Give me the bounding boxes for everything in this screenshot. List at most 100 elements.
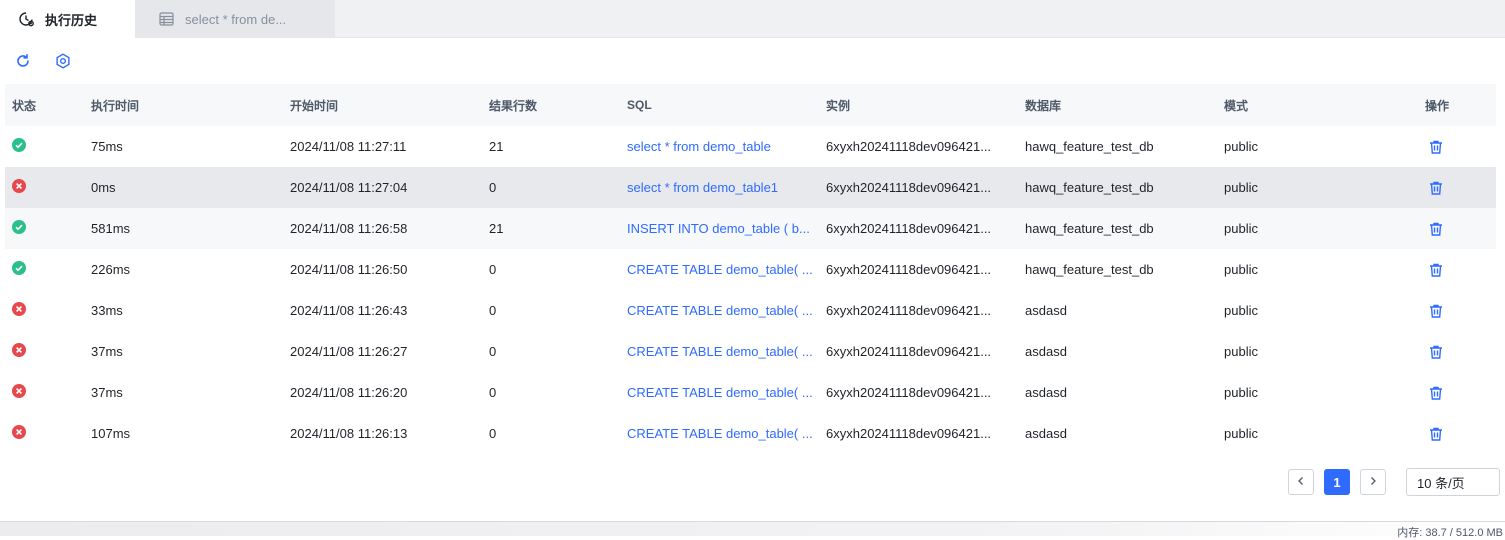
duration-cell: 37ms — [91, 385, 123, 400]
toolbar — [12, 52, 74, 74]
duration-cell: 33ms — [91, 303, 123, 318]
rows-cell: 0 — [489, 344, 497, 359]
settings-button[interactable] — [52, 52, 74, 74]
rows-cell: 21 — [489, 221, 504, 236]
col-header-start-time: 开始时间 — [290, 98, 339, 113]
col-header-duration: 执行时间 — [91, 98, 140, 113]
actions-cell — [1425, 382, 1465, 404]
table-row[interactable]: 33ms 2024/11/08 11:26:43 0 CREATE TABLE dem… — [5, 290, 1496, 331]
duration-cell: 107ms — [91, 426, 131, 441]
tab-execution-history[interactable]: 执行历史 — [0, 0, 135, 38]
error-x-icon — [12, 343, 26, 357]
sql-link[interactable]: INSERT INTO demo_table ( b... — [627, 221, 817, 236]
history-clock-icon — [17, 10, 35, 28]
page-number-button[interactable]: 1 — [1324, 469, 1350, 495]
trash-icon — [1428, 262, 1444, 278]
instance-cell: 6xyxh20241118dev096421... — [826, 221, 992, 236]
actions-cell — [1425, 177, 1465, 199]
instance-cell: 6xyxh20241118dev096421... — [826, 344, 992, 359]
sql-link[interactable]: CREATE TABLE demo_table( ... — [627, 262, 817, 277]
trash-icon — [1428, 385, 1444, 401]
rows-cell: 0 — [489, 180, 497, 195]
instance-cell: 6xyxh20241118dev096421... — [826, 139, 992, 154]
instance-cell: 6xyxh20241118dev096421... — [826, 426, 992, 441]
table-grid-icon — [157, 10, 175, 28]
table-header: 状态 执行时间 开始时间 结果行数 SQL 实例 数据库 模式 操作 — [5, 84, 1496, 126]
start-time-cell: 2024/11/08 11:26:13 — [290, 426, 408, 441]
delete-button[interactable] — [1425, 423, 1447, 445]
error-x-icon — [12, 384, 26, 398]
delete-button[interactable] — [1425, 341, 1447, 363]
refresh-icon — [15, 53, 31, 74]
table-body: 75ms 2024/11/08 11:27:11 21 select * from d… — [5, 126, 1496, 454]
table-row[interactable]: 107ms 2024/11/08 11:26:13 0 CREATE TABLE de… — [5, 413, 1496, 454]
start-time-cell: 2024/11/08 11:26:50 — [290, 262, 408, 277]
tab-sql-query[interactable]: select * from de... — [135, 0, 335, 38]
prev-page-button[interactable] — [1288, 469, 1314, 495]
table-row[interactable]: 37ms 2024/11/08 11:26:27 0 CREATE TABLE dem… — [5, 331, 1496, 372]
schema-cell: public — [1224, 262, 1258, 277]
chevron-left-icon — [1296, 473, 1306, 491]
delete-button[interactable] — [1425, 218, 1447, 240]
delete-button[interactable] — [1425, 136, 1447, 158]
rows-cell: 0 — [489, 426, 497, 441]
status-cell — [12, 425, 72, 442]
page-size-select[interactable]: 10 条/页 — [1406, 468, 1500, 496]
delete-button[interactable] — [1425, 382, 1447, 404]
rows-cell: 0 — [489, 262, 497, 277]
sql-link[interactable]: CREATE TABLE demo_table( ... — [627, 426, 817, 441]
start-time-cell: 2024/11/08 11:27:04 — [290, 180, 408, 195]
instance-cell: 6xyxh20241118dev096421... — [826, 385, 992, 400]
next-page-button[interactable] — [1360, 469, 1386, 495]
sql-link[interactable]: select * from demo_table1 — [627, 180, 817, 195]
actions-cell — [1425, 218, 1465, 240]
status-bar: 内存: 38.7 / 512.0 MB — [0, 521, 1505, 539]
duration-cell: 581ms — [91, 221, 131, 236]
memory-usage: 内存: 38.7 / 512.0 MB — [1397, 527, 1503, 539]
actions-cell — [1425, 300, 1465, 322]
schema-cell: public — [1224, 344, 1258, 359]
table-row[interactable]: 75ms 2024/11/08 11:27:11 21 select * from d… — [5, 126, 1496, 167]
actions-cell — [1425, 136, 1465, 158]
database-cell: asdasd — [1025, 303, 1067, 318]
trash-icon — [1428, 221, 1444, 237]
instance-cell: 6xyxh20241118dev096421... — [826, 262, 992, 277]
sql-link[interactable]: CREATE TABLE demo_table( ... — [627, 385, 817, 400]
error-x-icon — [12, 425, 26, 439]
pagination: 1 10 条/页 — [1288, 468, 1500, 496]
start-time-cell: 2024/11/08 11:26:58 — [290, 221, 408, 236]
rows-cell: 0 — [489, 303, 497, 318]
delete-button[interactable] — [1425, 177, 1447, 199]
tab-label: 执行历史 — [45, 12, 98, 28]
sql-link[interactable]: CREATE TABLE demo_table( ... — [627, 344, 817, 359]
database-cell: asdasd — [1025, 385, 1067, 400]
delete-button[interactable] — [1425, 259, 1447, 281]
rows-cell: 21 — [489, 139, 504, 154]
trash-icon — [1428, 344, 1444, 360]
success-check-icon — [12, 261, 26, 275]
sql-link[interactable]: CREATE TABLE demo_table( ... — [627, 303, 817, 318]
status-cell — [12, 384, 72, 401]
database-cell: asdasd — [1025, 344, 1067, 359]
tab-bar: 执行历史 select * from de... — [0, 0, 1505, 38]
schema-cell: public — [1224, 426, 1258, 441]
instance-cell: 6xyxh20241118dev096421... — [826, 303, 992, 318]
col-header-actions: 操作 — [1425, 98, 1450, 113]
schema-cell: public — [1224, 180, 1258, 195]
table-row[interactable]: 226ms 2024/11/08 11:26:50 0 CREATE TABLE de… — [5, 249, 1496, 290]
table-row[interactable]: 37ms 2024/11/08 11:26:20 0 CREATE TABLE dem… — [5, 372, 1496, 413]
table-row[interactable]: 0ms 2024/11/08 11:27:04 0 select * from dem… — [5, 167, 1496, 208]
status-cell — [12, 343, 72, 360]
col-header-rows: 结果行数 — [489, 98, 538, 113]
actions-cell — [1425, 423, 1465, 445]
trash-icon — [1428, 139, 1444, 155]
database-cell: hawq_feature_test_db — [1025, 180, 1154, 195]
sql-link[interactable]: select * from demo_table — [627, 139, 817, 154]
history-table: 状态 执行时间 开始时间 结果行数 SQL 实例 数据库 模式 操作 75ms 2… — [5, 84, 1496, 454]
col-header-status: 状态 — [12, 98, 37, 113]
refresh-button[interactable] — [12, 52, 34, 74]
start-time-cell: 2024/11/08 11:26:20 — [290, 385, 408, 400]
tab-label: select * from de... — [185, 11, 287, 27]
delete-button[interactable] — [1425, 300, 1447, 322]
table-row[interactable]: 581ms 2024/11/08 11:26:58 21 INSERT INTO de… — [5, 208, 1496, 249]
